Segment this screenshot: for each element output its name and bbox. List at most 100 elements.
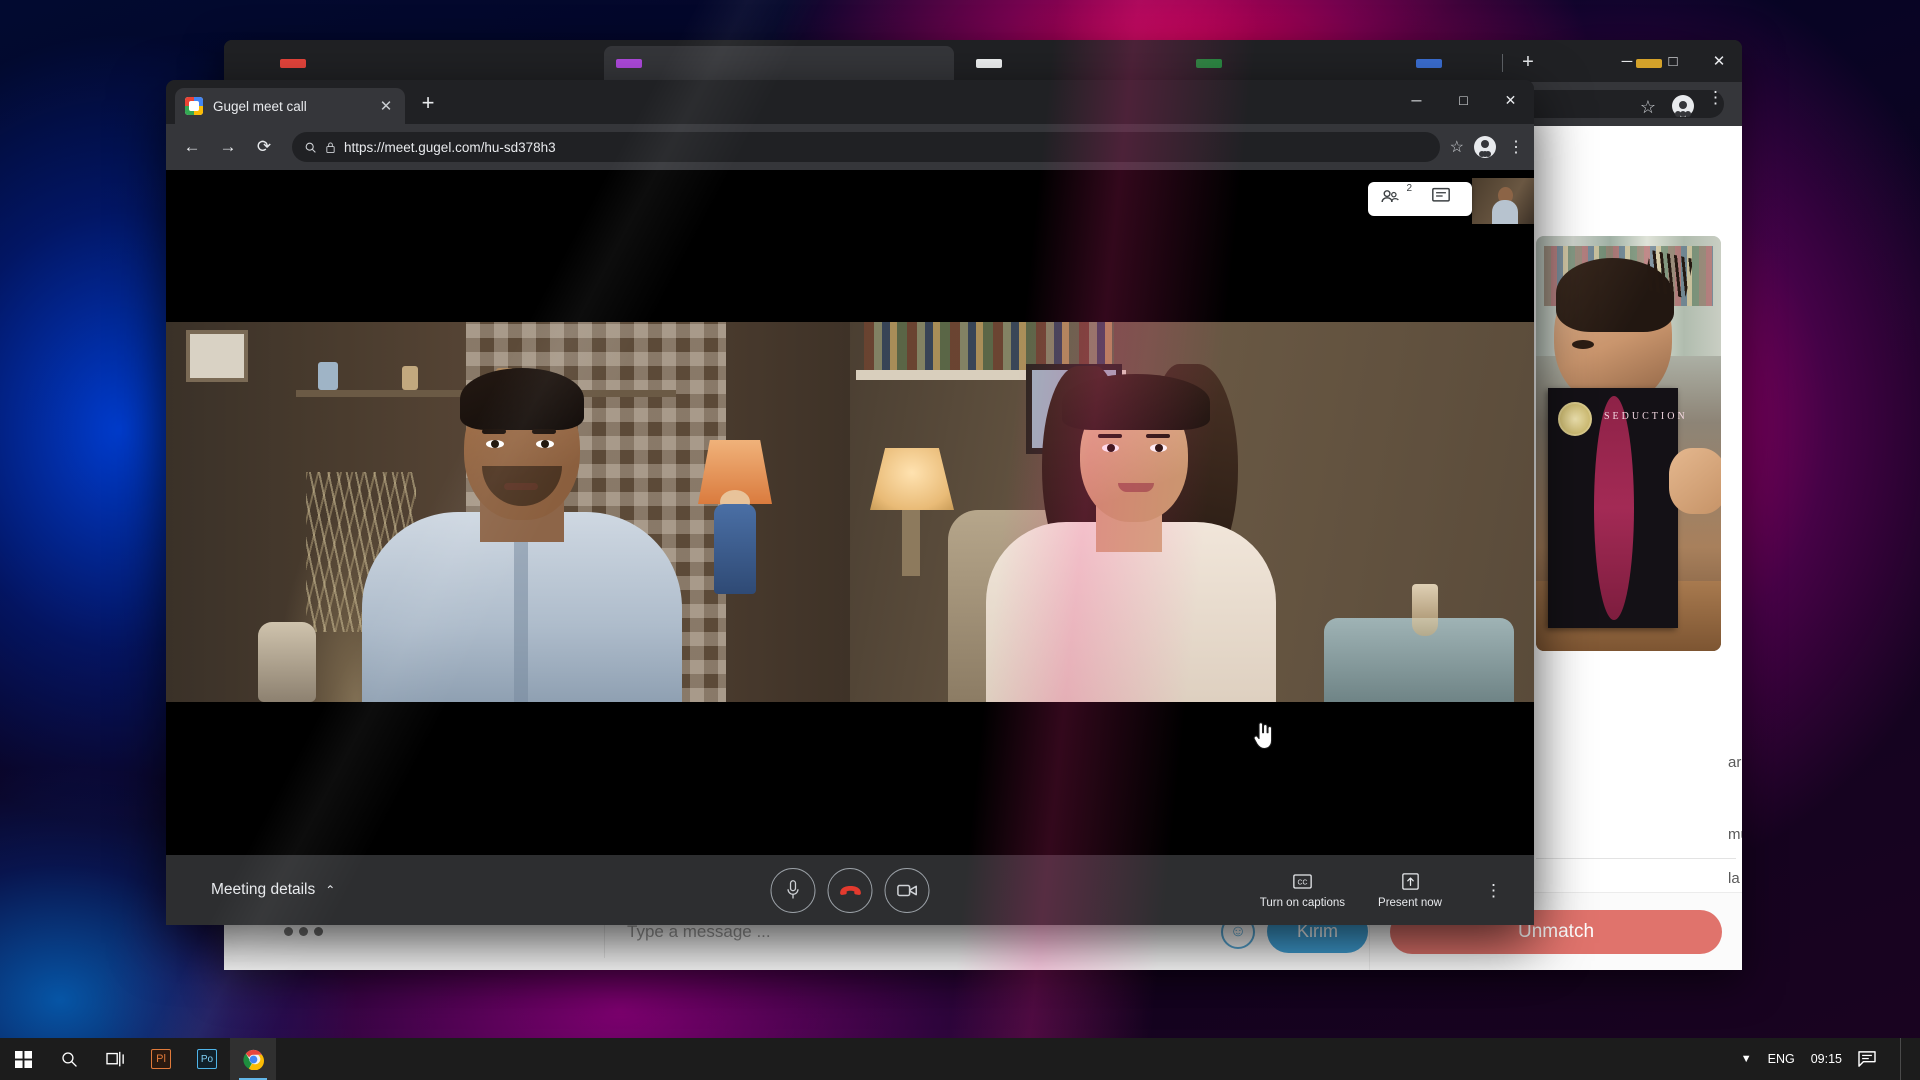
forward-button[interactable]: → xyxy=(212,131,244,163)
meet-favicon-icon xyxy=(185,97,203,115)
background-bookmark-star-icon[interactable]: ☆ xyxy=(1640,97,1656,118)
background-new-tab-button[interactable]: + xyxy=(1514,50,1542,76)
self-view-thumbnail[interactable] xyxy=(1472,178,1534,224)
tab-gugel-meet-call[interactable]: Gugel meet call ✕ xyxy=(175,88,405,124)
new-tab-button[interactable]: + xyxy=(411,88,445,122)
tile-left-person-hair xyxy=(460,368,584,430)
background-tabstrip: + ─ □ ✕ xyxy=(224,40,1742,82)
tabstrip-divider xyxy=(1502,54,1503,72)
show-desktop-button[interactable] xyxy=(1900,1038,1906,1080)
taskbar-search-button[interactable] xyxy=(46,1038,92,1080)
background-tab-2-active[interactable] xyxy=(604,46,954,80)
present-screen-icon xyxy=(1401,872,1419,892)
meeting-details-label: Meeting details xyxy=(211,881,316,898)
mouse-cursor-pointer xyxy=(1252,722,1274,750)
background-tab-4[interactable] xyxy=(1184,46,1224,80)
video-grid xyxy=(166,322,1534,702)
present-label: Present now xyxy=(1378,896,1442,909)
participants-chat-panel: 2 xyxy=(1368,182,1472,216)
notification-center-icon[interactable] xyxy=(1858,1051,1876,1067)
tab-favicon-red-icon xyxy=(280,58,306,68)
microphone-icon xyxy=(787,880,799,899)
minimize-button[interactable]: ─ xyxy=(1393,80,1440,120)
meet-secondary-controls: CC Turn on captions Present now ⋮ xyxy=(1260,872,1512,909)
more-options-icon[interactable]: ⋮ xyxy=(1475,882,1512,899)
url-text: https://meet.gugel.com/hu-sd378h3 xyxy=(344,139,556,155)
browser-menu-icon[interactable]: ⋮ xyxy=(1508,139,1524,155)
hangup-phone-icon xyxy=(839,886,861,895)
close-button[interactable]: ✕ xyxy=(1487,80,1534,120)
camera-button[interactable] xyxy=(884,867,930,913)
present-now-button[interactable]: Present now xyxy=(1375,872,1445,909)
camera-icon xyxy=(896,884,917,896)
call-controls xyxy=(770,867,930,913)
participant-video-tile-right[interactable] xyxy=(850,322,1534,702)
tile-right-mouth xyxy=(1118,483,1154,492)
meet-window-controls: ─ □ ✕ xyxy=(1393,80,1534,120)
typing-dot-1 xyxy=(284,927,293,936)
background-tab-1[interactable] xyxy=(268,46,488,80)
participants-button[interactable]: 2 xyxy=(1379,183,1412,211)
tile-left-vase xyxy=(258,622,316,702)
address-bar[interactable]: https://meet.gugel.com/hu-sd378h3 xyxy=(292,132,1440,162)
background-tab-3[interactable] xyxy=(964,46,1004,80)
typing-dot-3 xyxy=(314,927,323,936)
dating-profile-photo[interactable]: SEDUCTION xyxy=(1536,236,1721,651)
chat-button[interactable] xyxy=(1431,187,1461,211)
meet-tabstrip: Gugel meet call ✕ + ─ □ ✕ xyxy=(166,80,1534,124)
desktop: + ─ □ ✕ ☆ ⋮ SEDUCTION ar m la Type a mes… xyxy=(0,0,1920,1080)
dating-profile-line-2: mu xyxy=(1728,826,1742,843)
tray-clock[interactable]: 09:15 xyxy=(1811,1052,1842,1066)
windows-logo-icon xyxy=(14,1050,32,1068)
leave-call-button[interactable] xyxy=(827,867,873,913)
background-browser-menu-icon[interactable]: ⋮ xyxy=(1707,89,1724,106)
tab-favicon-green-icon xyxy=(1196,58,1222,68)
background-minimize-button[interactable]: ─ xyxy=(1604,40,1650,82)
background-close-button[interactable]: ✕ xyxy=(1696,40,1742,82)
tile-right-lamp-base xyxy=(902,510,920,576)
background-maximize-button[interactable]: □ xyxy=(1650,40,1696,82)
present-upload-icon xyxy=(1401,873,1419,890)
participant-video-tile-left[interactable] xyxy=(166,322,850,702)
background-tab-5[interactable] xyxy=(1404,46,1444,80)
meet-page-body: 2 Meeting details ⌃ CC Turn on captions … xyxy=(166,170,1534,925)
taskbar-app-orange[interactable]: Pl xyxy=(138,1038,184,1080)
windows-taskbar: Pl Po ▼ ENG 09:15 xyxy=(0,1038,1920,1080)
reload-button[interactable]: ⟳ xyxy=(248,131,280,163)
tile-left-trinket-2 xyxy=(402,366,418,390)
turn-on-captions-button[interactable]: CC Turn on captions xyxy=(1260,872,1345,909)
tile-right-person-hair-top xyxy=(1062,374,1210,430)
tile-left-eyebrow-left xyxy=(482,429,506,434)
search-icon xyxy=(305,142,316,153)
people-icon xyxy=(1381,190,1399,203)
tray-expand-chevron-icon[interactable]: ▼ xyxy=(1741,1053,1752,1065)
chevron-up-icon: ⌃ xyxy=(325,883,336,897)
dating-profile-divider xyxy=(1536,858,1736,859)
app-powerpoint-icon: Po xyxy=(197,1049,217,1069)
tile-left-figurine-body xyxy=(714,504,756,594)
tile-left-eye-left xyxy=(486,440,504,448)
meet-browser-window[interactable]: Gugel meet call ✕ + ─ □ ✕ ← → ⟳ https://… xyxy=(166,80,1534,925)
taskbar-app-powerpoint[interactable]: Po xyxy=(184,1038,230,1080)
tile-left-shirt-placket xyxy=(514,514,528,702)
photo-book-spine xyxy=(1594,396,1634,620)
meeting-details-button[interactable]: Meeting details ⌃ xyxy=(211,881,335,899)
task-view-button[interactable] xyxy=(92,1038,138,1080)
meet-toolbar: ← → ⟳ https://meet.gugel.com/hu-sd378h3 … xyxy=(166,124,1534,170)
taskbar-app-chrome[interactable] xyxy=(230,1038,276,1080)
photo-book-title: SEDUCTION xyxy=(1604,411,1688,422)
maximize-button[interactable]: □ xyxy=(1440,80,1487,120)
tab-close-icon[interactable]: ✕ xyxy=(377,97,395,115)
back-button[interactable]: ← xyxy=(176,131,208,163)
tray-language[interactable]: ENG xyxy=(1768,1052,1795,1066)
photo-person-hair xyxy=(1556,258,1674,332)
dating-typing-indicator[interactable] xyxy=(224,927,604,936)
microphone-button[interactable] xyxy=(770,867,816,913)
profile-avatar-icon[interactable] xyxy=(1474,136,1496,158)
app-orange-icon: Pl xyxy=(151,1049,171,1069)
start-button[interactable] xyxy=(0,1038,46,1080)
bookmark-star-icon[interactable]: ☆ xyxy=(1450,137,1464,157)
photo-book-cover: SEDUCTION xyxy=(1548,388,1688,628)
background-profile-avatar-icon[interactable] xyxy=(1672,95,1694,117)
chat-bubble-icon xyxy=(1432,187,1450,202)
